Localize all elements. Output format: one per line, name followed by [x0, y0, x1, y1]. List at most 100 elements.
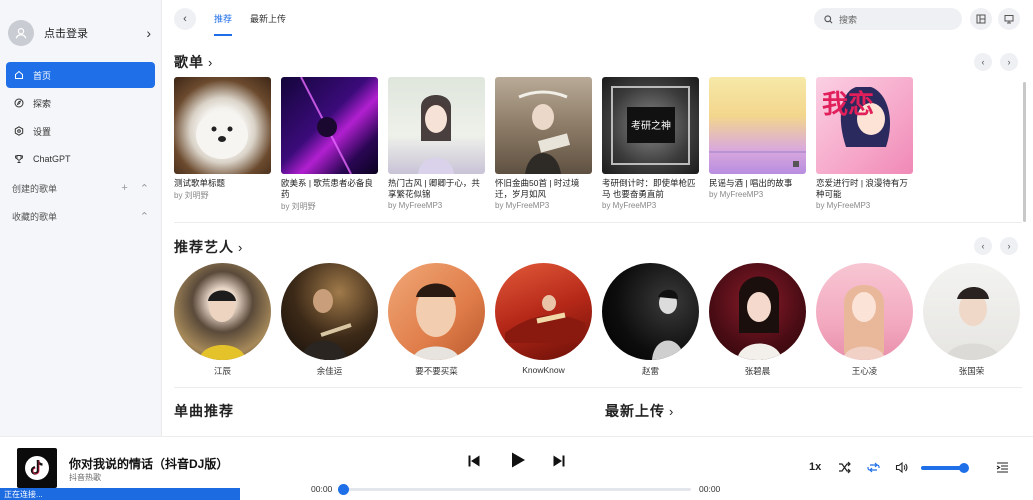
artist-avatar[interactable] [602, 263, 699, 360]
artist-name[interactable]: 江辰 [174, 365, 271, 377]
artist-avatar[interactable] [709, 263, 806, 360]
artist-card[interactable]: 余佳运 [281, 263, 378, 377]
tab-recommend[interactable]: 推荐 [214, 0, 233, 38]
playlist-title[interactable]: 怀旧金曲50首 | 时过境迁，岁月如风 [495, 178, 592, 200]
now-playing-artist[interactable]: 抖音热歌 [69, 472, 101, 483]
compass-icon [14, 98, 24, 108]
artist-avatar[interactable] [281, 263, 378, 360]
shuffle-icon [838, 461, 851, 473]
playlist-title[interactable]: 民谣与酒 | 唱出的故事 [709, 178, 806, 189]
total-time: 00:00 [699, 484, 721, 494]
artist-name[interactable]: 余佳运 [281, 365, 378, 377]
singles-section-title[interactable]: 单曲推荐 [174, 401, 234, 421]
progress-knob[interactable] [338, 484, 349, 495]
playlist-title[interactable]: 热门古风 | 卿卿于心，共享繁花似锦 [388, 178, 485, 200]
artist-name[interactable]: 张碧晨 [709, 365, 806, 377]
artist-card[interactable]: 要不要买菜 [388, 263, 485, 377]
chevron-up-icon[interactable]: ⌃ [140, 210, 149, 223]
playlist-author: by MyFreeMP3 [709, 190, 764, 199]
add-icon[interactable]: + [121, 182, 127, 194]
volume-button[interactable] [894, 460, 908, 474]
artists-prev-button[interactable]: ‹ [974, 237, 992, 255]
artist-avatar[interactable] [816, 263, 913, 360]
playlist-cover[interactable]: 我恋 [816, 77, 913, 174]
artist-avatar[interactable] [174, 263, 271, 360]
playlist-title[interactable]: 测试歌单标题 [174, 178, 271, 189]
playlist-title[interactable]: 欧美系 | 歌荒患者必备良药 [281, 178, 378, 200]
playlist-card[interactable]: 测试歌单标题 by 刘明野 [174, 77, 271, 212]
sidebar-item-label: 探索 [33, 98, 52, 109]
search-input[interactable]: 搜索 [814, 8, 962, 30]
now-playing-cover[interactable] [17, 448, 57, 488]
playlist-queue-button[interactable] [995, 460, 1009, 474]
repeat-button[interactable] [866, 460, 880, 474]
login-row[interactable]: 点击登录 › [0, 0, 161, 66]
playlist-author: by 刘明野 [281, 202, 316, 211]
artist-card[interactable]: 江辰 [174, 263, 271, 377]
playlists-prev-button[interactable]: ‹ [974, 53, 992, 71]
playback-rate-button[interactable]: 1x [809, 461, 821, 473]
playlist-cover[interactable] [495, 77, 592, 174]
sidebar-item-settings[interactable]: 设置 [6, 118, 155, 144]
monitor-icon [1004, 15, 1014, 24]
artist-name[interactable]: 王心凌 [816, 365, 913, 377]
volume-knob[interactable] [959, 463, 969, 473]
playlist-card[interactable]: 民谣与酒 | 唱出的故事 by MyFreeMP3 [709, 77, 806, 212]
playlist-card[interactable]: 考研之神 考研倒计时：即使单枪匹马 也要奋勇直前 by MyFreeMP3 [602, 77, 699, 212]
avatar[interactable] [8, 20, 34, 46]
chevron-up-icon[interactable]: ⌃ [140, 182, 149, 195]
settings-icon [14, 126, 24, 136]
playlists-next-button[interactable]: › [1000, 53, 1018, 71]
artist-avatar[interactable] [388, 263, 485, 360]
artists-section-title[interactable]: 推荐艺人 › [174, 237, 243, 257]
artist-name[interactable]: KnowKnow [495, 365, 592, 375]
shuffle-button[interactable] [837, 460, 851, 474]
playlist-cover[interactable]: 考研之神 [602, 77, 699, 174]
volume-slider[interactable] [921, 463, 969, 473]
section-title-text: 最新上传 [605, 403, 665, 419]
created-playlists-header[interactable]: 创建的歌单 + ⌃ [0, 174, 161, 202]
display-button[interactable] [998, 8, 1020, 30]
artist-avatar[interactable] [495, 263, 592, 360]
login-label[interactable]: 点击登录 [44, 25, 146, 41]
playlist-card[interactable]: 热门古风 | 卿卿于心，共享繁花似锦 by MyFreeMP3 [388, 77, 485, 212]
artist-card[interactable]: KnowKnow [495, 263, 592, 377]
tiktok-icon [25, 456, 49, 480]
layout-button[interactable] [970, 8, 992, 30]
playlist-card[interactable]: 欧美系 | 歌荒患者必备良药 by 刘明野 [281, 77, 378, 212]
latest-section-title[interactable]: 最新上传 › [605, 401, 674, 421]
scrollbar[interactable] [1023, 82, 1026, 222]
play-button[interactable] [508, 450, 528, 470]
artist-card[interactable]: 王心凌 [816, 263, 913, 377]
artists-next-button[interactable]: › [1000, 237, 1018, 255]
back-button[interactable]: ‹ [174, 8, 196, 30]
playlist-cover[interactable] [281, 77, 378, 174]
chevron-right-icon[interactable]: › [146, 25, 151, 41]
favorite-playlists-header[interactable]: 收藏的歌单 ⌃ [0, 202, 161, 230]
sidebar-item-chatgpt[interactable]: ChatGPT [6, 146, 155, 172]
playlist-cover[interactable] [388, 77, 485, 174]
playlist-cover[interactable] [174, 77, 271, 174]
artist-card[interactable]: 张碧晨 [709, 263, 806, 377]
playlist-card[interactable]: 怀旧金曲50首 | 时过境迁，岁月如风 by MyFreeMP3 [495, 77, 592, 212]
playlist-card[interactable]: 我恋 恋爱进行时 | 浪漫待有万种可能 by MyFreeMP3 [816, 77, 913, 212]
playlist-title[interactable]: 考研倒计时：即使单枪匹马 也要奋勇直前 [602, 178, 699, 200]
sidebar-item-explore[interactable]: 探索 [6, 90, 155, 116]
progress-bar[interactable] [338, 484, 691, 495]
now-playing-title[interactable]: 你对我说的情话（抖音DJ版） [69, 455, 228, 472]
playlist-cover[interactable] [709, 77, 806, 174]
artist-name[interactable]: 要不要买菜 [388, 365, 485, 377]
playlist-title[interactable]: 恋爱进行时 | 浪漫待有万种可能 [816, 178, 913, 200]
previous-button[interactable] [466, 453, 482, 469]
sidebar-item-home[interactable]: 首页 [6, 62, 155, 88]
artist-card[interactable]: 赵雷 [602, 263, 699, 377]
artist-name[interactable]: 赵雷 [602, 365, 699, 377]
sidebar-item-label: ChatGPT [33, 154, 71, 164]
artist-avatar[interactable] [923, 263, 1020, 360]
playlists-section-title[interactable]: 歌单 › [174, 52, 213, 72]
artist-name[interactable]: 张国荣 [923, 365, 1020, 377]
next-button[interactable] [551, 453, 567, 469]
artist-card[interactable]: 张国荣 [923, 263, 1020, 377]
section-title-text: 推荐艺人 [174, 239, 234, 255]
tab-latest-upload[interactable]: 最新上传 [250, 0, 286, 38]
